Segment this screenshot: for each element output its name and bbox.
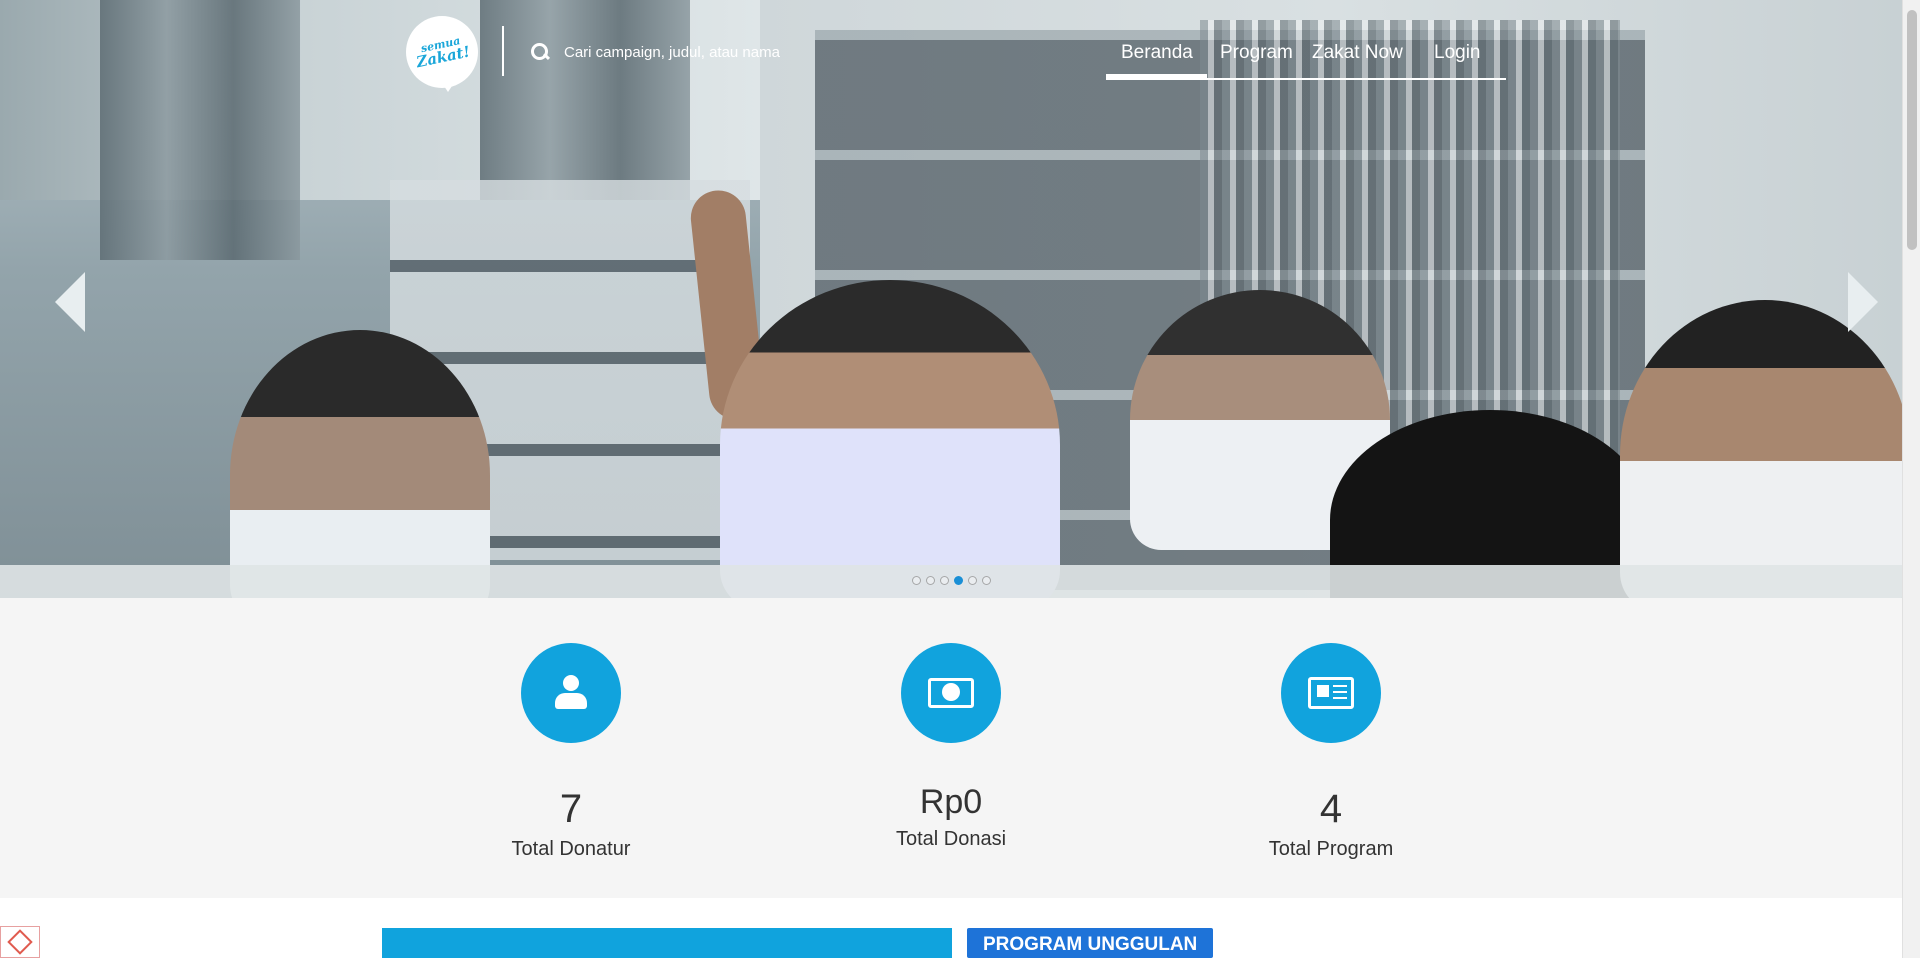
stat-total-donatur: 7 Total Donatur — [441, 643, 701, 861]
hero-student — [1620, 300, 1902, 598]
stat-value: 7 — [559, 787, 583, 831]
logo-text: semua Zakat! — [414, 34, 472, 72]
nav-beranda[interactable]: Beranda — [1121, 42, 1193, 64]
search-bar — [530, 42, 804, 62]
stat-label: Total Donasi — [895, 828, 1007, 850]
carousel-dot[interactable] — [940, 576, 949, 585]
logo-speech-tail — [440, 80, 456, 92]
header-divider — [502, 26, 504, 76]
program-unggulan-label: PROGRAM UNGGULAN — [967, 928, 1214, 958]
money-icon — [928, 678, 974, 708]
newspaper-icon — [1308, 677, 1354, 709]
hero-curtain — [480, 0, 690, 200]
carousel-dot[interactable] — [968, 576, 977, 585]
stat-icon-circle — [901, 643, 1001, 743]
nav-login[interactable]: Login — [1434, 42, 1481, 64]
hero-student — [720, 280, 1060, 598]
carousel-indicators — [912, 576, 991, 585]
carousel-dot[interactable] — [912, 576, 921, 585]
nav-program[interactable]: Program — [1220, 42, 1293, 64]
hero-carousel — [0, 0, 1902, 598]
stat-value: 4 — [1319, 787, 1343, 831]
carousel-prev-arrow-icon[interactable] — [55, 272, 85, 332]
stat-icon-circle — [521, 643, 621, 743]
nav-active-indicator — [1106, 74, 1207, 78]
stat-value: Rp0 — [919, 783, 983, 821]
page-scrollbar[interactable] — [1902, 0, 1920, 958]
hero-curtain — [100, 0, 300, 260]
carousel-dot[interactable] — [982, 576, 991, 585]
carousel-dot-active[interactable] — [954, 576, 963, 585]
stat-label: Total Program — [1268, 838, 1394, 860]
scrollbar-thumb[interactable] — [1907, 10, 1917, 250]
debug-badge-icon[interactable] — [0, 926, 40, 958]
carousel-next-arrow-icon[interactable] — [1848, 272, 1878, 332]
nav-zakat-now[interactable]: Zakat Now — [1312, 42, 1403, 64]
stat-total-program: 4 Total Program — [1201, 643, 1461, 861]
stat-total-donasi: Rp0 Total Donasi — [821, 643, 1081, 851]
stat-icon-circle — [1281, 643, 1381, 743]
search-input[interactable] — [564, 43, 804, 61]
user-icon — [553, 675, 589, 711]
program-banner[interactable] — [382, 928, 952, 958]
site-logo[interactable]: semua Zakat! — [406, 16, 478, 92]
main-nav: Beranda Program Zakat Now Login — [1106, 42, 1506, 80]
stat-label: Total Donatur — [511, 838, 631, 860]
carousel-dot[interactable] — [926, 576, 935, 585]
search-icon[interactable] — [530, 42, 550, 62]
